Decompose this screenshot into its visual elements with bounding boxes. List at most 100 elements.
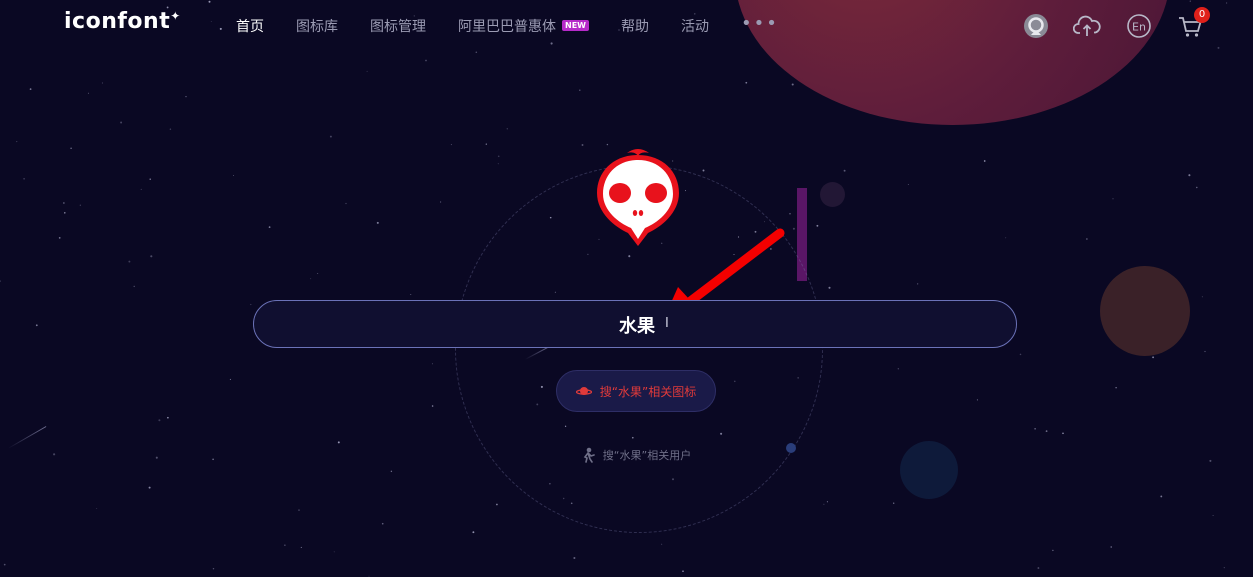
star <box>1212 514 1214 517</box>
cart-count-badge: 0 <box>1194 7 1210 23</box>
search-icons-label: 搜“水果”相关图标 <box>599 384 697 399</box>
star <box>745 81 748 84</box>
star <box>450 144 452 146</box>
star <box>185 96 187 98</box>
star <box>169 128 172 130</box>
star <box>1005 237 1007 239</box>
star <box>440 201 442 203</box>
star <box>268 226 271 228</box>
star <box>35 324 38 327</box>
star <box>58 237 61 239</box>
star <box>497 163 499 165</box>
nav-item-icon-management[interactable]: 图标管理 <box>370 16 426 36</box>
star <box>823 503 825 505</box>
star <box>1110 546 1112 548</box>
star <box>702 169 705 172</box>
star <box>29 88 32 90</box>
more-menu-button[interactable]: ••• <box>741 13 779 34</box>
astronaut-icon <box>583 447 595 463</box>
star <box>431 363 433 365</box>
star <box>983 160 986 162</box>
search-input[interactable] <box>254 301 1020 349</box>
star <box>792 227 795 230</box>
moon-decoration <box>820 182 845 207</box>
star <box>581 144 584 146</box>
star <box>167 416 169 419</box>
nav-item-home[interactable]: 首页 <box>236 16 264 36</box>
star <box>329 135 332 138</box>
star <box>3 563 6 566</box>
star <box>893 502 895 504</box>
nav-item-icon-library[interactable]: 图标库 <box>296 16 338 36</box>
planet-decoration-blue <box>900 441 958 499</box>
star <box>791 83 794 86</box>
star <box>96 507 98 509</box>
star <box>158 419 161 422</box>
star <box>1160 495 1163 498</box>
search-bar[interactable] <box>253 300 1020 349</box>
star <box>907 184 909 186</box>
star <box>682 570 684 573</box>
star <box>368 575 370 577</box>
star <box>917 283 919 285</box>
star <box>579 89 581 92</box>
star <box>16 141 18 143</box>
star <box>1115 387 1117 389</box>
star <box>140 188 142 190</box>
star <box>366 70 368 72</box>
star <box>0 280 1 282</box>
star <box>79 204 81 206</box>
star <box>661 543 663 545</box>
star <box>606 143 609 146</box>
cart-icon[interactable]: 0 <box>1176 7 1210 40</box>
star <box>150 255 153 258</box>
star <box>1019 353 1022 356</box>
star <box>816 224 819 227</box>
star <box>149 178 151 180</box>
language-label: En <box>1132 21 1146 34</box>
star <box>133 285 135 288</box>
language-en-icon[interactable]: En <box>1125 12 1153 40</box>
star <box>381 522 384 525</box>
star <box>1204 350 1206 353</box>
star <box>410 294 412 295</box>
logo-text: iconfont <box>64 9 171 34</box>
star <box>101 82 103 84</box>
star <box>497 155 500 158</box>
star <box>826 501 828 503</box>
nav-item-help[interactable]: 帮助 <box>621 16 649 36</box>
star <box>485 143 487 145</box>
planet-decoration-brown <box>1100 266 1190 356</box>
star <box>300 546 302 548</box>
star <box>53 453 56 456</box>
star <box>506 128 508 130</box>
star <box>843 169 846 172</box>
iconfont-logo[interactable]: iconfont✦ <box>64 9 181 34</box>
star <box>1034 428 1036 430</box>
orbit-satellite <box>786 443 796 453</box>
star <box>1037 567 1040 569</box>
text-cursor-icon: I <box>665 316 669 331</box>
nav-item-activities[interactable]: 活动 <box>681 16 709 36</box>
star <box>120 121 123 124</box>
star <box>1052 549 1054 552</box>
top-navbar: iconfont✦ 首页 图标库 图标管理 阿里巴巴普惠体 NEW 帮助 活动 •… <box>0 0 1253 48</box>
star <box>345 202 347 205</box>
search-icons-button[interactable]: 搜“水果”相关图标 <box>556 370 716 412</box>
star <box>337 441 340 444</box>
search-users-button[interactable]: 搜“水果”相关用户 <box>560 440 712 470</box>
star <box>376 221 379 224</box>
search-users-label: 搜“水果”相关用户 <box>602 449 692 462</box>
star <box>976 399 978 401</box>
star <box>1196 186 1198 189</box>
star <box>1045 430 1048 432</box>
star <box>1112 198 1114 200</box>
star <box>70 147 72 149</box>
upload-cloud-icon[interactable] <box>1073 12 1101 40</box>
star <box>229 378 231 380</box>
star <box>87 92 89 94</box>
nav-item-alibaba-font[interactable]: 阿里巴巴普惠体 NEW <box>458 16 589 36</box>
main-nav: 首页 图标库 图标管理 阿里巴巴普惠体 NEW 帮助 活动 ••• <box>236 13 811 36</box>
star <box>23 177 25 180</box>
avatar-icon[interactable] <box>1022 12 1050 40</box>
